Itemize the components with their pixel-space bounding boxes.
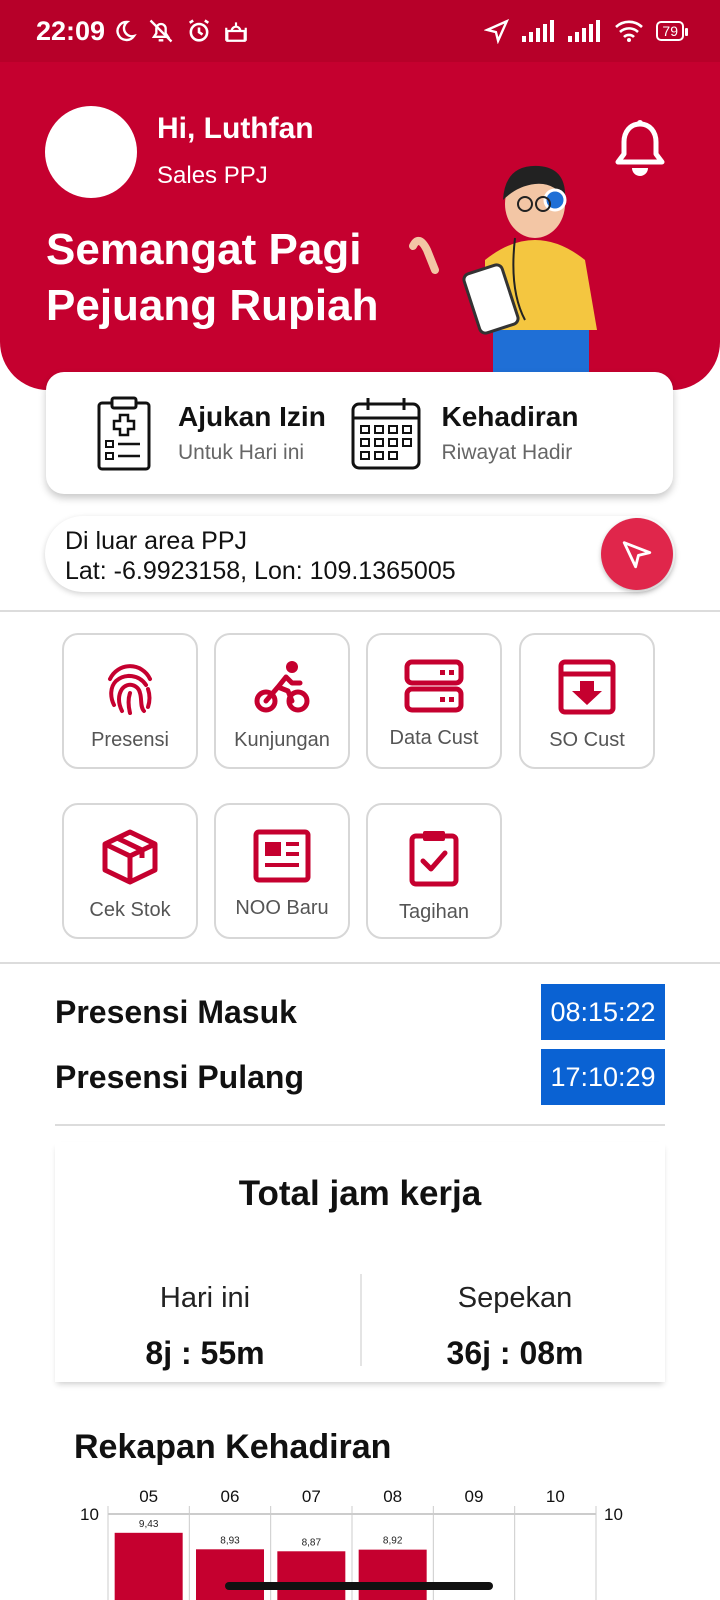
- total-week-value: 36j : 08m: [446, 1335, 584, 1371]
- menu-label: NOO Baru: [235, 897, 329, 919]
- data-label: 9,43: [139, 1519, 159, 1530]
- mosque-icon: [225, 22, 247, 42]
- presensi-masuk-row: Presensi Masuk 08:15:22: [55, 984, 665, 1040]
- section-divider: [0, 962, 720, 964]
- presensi-pulang-row: Presensi Pulang 17:10:29: [55, 1049, 665, 1105]
- total-title: Total jam kerja: [238, 1174, 482, 1213]
- x-tick-label: 07: [302, 1487, 321, 1506]
- bar-08: [358, 1549, 427, 1600]
- signal-icon-2: [568, 20, 601, 42]
- section-divider: [0, 610, 720, 612]
- x-tick-label: 10: [546, 1487, 565, 1506]
- refresh-location-button[interactable]: [601, 518, 673, 590]
- quick-action-subtitle: Untuk Hari ini: [178, 441, 305, 464]
- menu-noo-baru[interactable]: NOO Baru: [214, 803, 350, 939]
- box-icon: [102, 829, 158, 885]
- moon-icon: [116, 20, 137, 42]
- battery-level: 79: [662, 23, 678, 39]
- location-bar: Di luar area PPJ Lat: -6.9923158, Lon: 1…: [45, 516, 675, 592]
- bar-06: [196, 1549, 264, 1600]
- quick-action-subtitle: Riwayat Hadir: [441, 441, 573, 464]
- total-today-value: 8j : 55m: [145, 1335, 265, 1371]
- total-jam-kerja-card: Total jam kerja Hari ini 8j : 55m Sepeka…: [55, 1142, 665, 1382]
- send-location-icon: [622, 541, 652, 569]
- quick-actions-card: Ajukan Izin Untuk Hari ini Kehadiran Riw…: [46, 372, 673, 494]
- menu-label: Kunjungan: [234, 729, 330, 751]
- motto-line-1: Semangat Pagi: [46, 225, 362, 274]
- y-tick-label-left: 10: [80, 1505, 99, 1524]
- motto-line-2: Pejuang Rupiah: [46, 281, 379, 330]
- section-divider: [55, 1124, 665, 1126]
- data-label: 8,92: [383, 1536, 403, 1547]
- menu-presensi[interactable]: Presensi: [62, 633, 198, 769]
- newspaper-icon: [253, 829, 311, 883]
- battery-indicator: 79: [656, 21, 688, 41]
- total-week-label: Sepekan: [457, 1282, 573, 1314]
- menu-label: Data Cust: [389, 727, 479, 749]
- location-status: Di luar area PPJ: [65, 527, 248, 555]
- rekap-title: Rekapan Kehadiran: [74, 1428, 392, 1466]
- notification-bell-icon[interactable]: [612, 118, 668, 180]
- motto-text: Semangat Pagi Pejuang Rupiah: [46, 222, 378, 334]
- presensi-masuk-time: 08:15:22: [541, 984, 665, 1040]
- wifi-icon: [615, 20, 644, 42]
- data-label: 8,93: [220, 1535, 240, 1546]
- x-tick-label: 09: [465, 1487, 484, 1506]
- status-bar: 22:09 79: [0, 0, 720, 62]
- clipboard-medical-icon: [97, 396, 151, 471]
- location-arrow-icon: [484, 18, 510, 44]
- quick-action-title: Ajukan Izin: [178, 401, 326, 432]
- status-time: 22:09: [36, 15, 106, 46]
- y-tick-label-right: 10: [604, 1505, 623, 1524]
- menu-data-cust[interactable]: Data Cust: [366, 633, 502, 769]
- bell-off-icon: [149, 19, 173, 43]
- menu-cek-stok[interactable]: Cek Stok: [62, 803, 198, 939]
- data-label: 8,87: [302, 1537, 322, 1548]
- presensi-masuk-label: Presensi Masuk: [55, 994, 297, 1030]
- avatar[interactable]: [45, 106, 137, 198]
- fingerprint-icon: [108, 664, 152, 715]
- x-tick-label: 08: [383, 1487, 402, 1506]
- total-today-label: Hari ini: [159, 1282, 251, 1314]
- presensi-pulang-label: Presensi Pulang: [55, 1059, 304, 1095]
- alarm-icon: [189, 19, 210, 42]
- server-icon: [404, 659, 464, 713]
- clipboard-check-icon: [409, 831, 459, 887]
- x-tick-label: 05: [139, 1487, 158, 1506]
- kehadiran-button[interactable]: Kehadiran Riwayat Hadir: [350, 394, 664, 472]
- menu-label: Tagihan: [398, 901, 470, 923]
- calendar-icon: [351, 398, 420, 470]
- agent-illustration: [409, 165, 597, 390]
- column-divider: [360, 1274, 362, 1366]
- user-role: Sales PPJ: [157, 162, 268, 189]
- presensi-pulang-time: 17:10:29: [541, 1049, 665, 1105]
- menu-tagihan[interactable]: Tagihan: [366, 803, 502, 939]
- menu-label: SO Cust: [549, 729, 625, 751]
- menu-label: Cek Stok: [89, 899, 171, 921]
- bar-05: [114, 1532, 183, 1600]
- total-today: Hari ini 8j : 55m: [55, 1282, 355, 1372]
- bar-07: [277, 1551, 346, 1600]
- archive-download-icon: [558, 659, 616, 715]
- menu-label: Presensi: [91, 729, 169, 751]
- signal-icon: [522, 20, 555, 42]
- location-coords: Lat: -6.9923158, Lon: 109.1365005: [65, 557, 456, 585]
- bicycle-icon: [254, 661, 310, 713]
- x-tick-label: 06: [221, 1487, 240, 1506]
- quick-action-title: Kehadiran: [441, 401, 579, 432]
- header-banner: 22:09 79 Hi, Luthfan Sales PPJ Semangat …: [0, 0, 720, 390]
- menu-kunjungan[interactable]: Kunjungan: [214, 633, 350, 769]
- ajukan-izin-button[interactable]: Ajukan Izin Untuk Hari ini: [46, 395, 360, 471]
- total-week: Sepekan 36j : 08m: [365, 1282, 665, 1372]
- home-indicator[interactable]: [225, 1582, 493, 1590]
- menu-so-cust[interactable]: SO Cust: [519, 633, 655, 769]
- greeting-text: Hi, Luthfan: [157, 112, 314, 145]
